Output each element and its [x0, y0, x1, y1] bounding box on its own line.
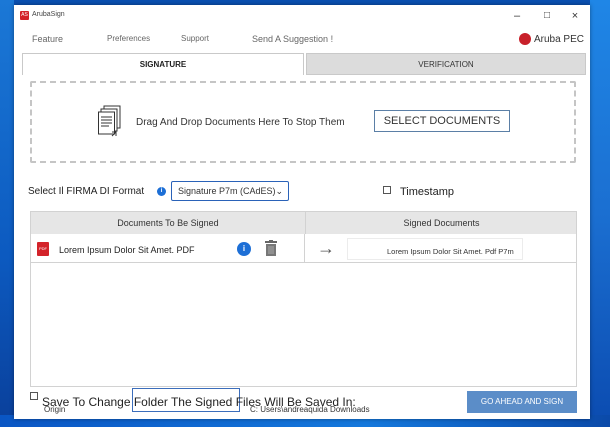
signed-document-name: Lorem Ipsum Dolor Sit Amet. Pdf P7m [387, 247, 514, 256]
timestamp-label: Timestamp [400, 186, 454, 198]
menu-item-feature[interactable]: Feature [32, 34, 63, 44]
timestamp-checkbox[interactable] [383, 186, 391, 194]
title-bar: AS ArubaSign – □ × [14, 5, 590, 27]
menu-bar: Feature Preferences Support Send A Sugge… [14, 27, 590, 51]
column-header-to-sign: Documents To Be Signed [117, 218, 219, 228]
drop-zone[interactable]: Drag And Drop Documents Here To Stop The… [30, 81, 576, 163]
tab-verification[interactable]: VERIFICATION [306, 53, 586, 75]
table-header: Documents To Be Signed Signed Documents [31, 212, 576, 234]
chevron-down-icon: ⌄ [275, 186, 283, 196]
app-window: AS ArubaSign – □ × Feature Preferences S… [14, 5, 590, 419]
desktop-background-right [590, 0, 610, 427]
go-ahead-and-sign-button[interactable]: GO AHEAD AND SIGN [467, 391, 577, 413]
window-title: ArubaSign [32, 11, 65, 18]
brand: Aruba PEC [518, 33, 584, 45]
column-divider [304, 234, 305, 262]
menu-item-preferences[interactable]: Preferences [107, 34, 150, 43]
documents-table: Documents To Be Signed Signed Documents … [30, 211, 577, 387]
document-info-icon[interactable]: i [237, 242, 251, 256]
menu-item-send-suggestion[interactable]: Send A Suggestion ! [252, 34, 333, 44]
trash-icon[interactable] [265, 240, 277, 256]
aruba-logo-icon [518, 33, 531, 45]
app-logo-icon: AS [20, 11, 29, 20]
documents-icon [98, 105, 121, 137]
select-documents-button[interactable]: SELECT DOCUMENTS [374, 110, 510, 132]
menu-item-support[interactable]: Support [181, 34, 209, 43]
signature-format-select[interactable]: Signature P7m (CAdES) ⌄ [171, 181, 289, 201]
save-path: C: Users\andreaquida Downloads [250, 405, 370, 414]
signature-format-value: Signature P7m (CAdES) [178, 186, 276, 196]
column-header-signed: Signed Documents [305, 212, 577, 234]
row-divider [31, 262, 576, 263]
tab-signature[interactable]: SIGNATURE [22, 53, 304, 75]
drop-instructions: Drag And Drop Documents Here To Stop The… [136, 117, 345, 128]
arrow-right-icon: → [317, 238, 335, 258]
pdf-icon: PDF [37, 242, 49, 256]
save-origin-checkbox[interactable] [30, 392, 38, 400]
document-name: Lorem Ipsum Dolor Sit Amet. PDF [59, 245, 195, 255]
close-button[interactable]: × [568, 9, 582, 23]
brand-name: Aruba PEC [533, 33, 584, 45]
minimize-button[interactable]: – [510, 9, 524, 23]
maximize-button[interactable]: □ [540, 9, 554, 23]
desktop-background-left [0, 0, 14, 427]
info-icon[interactable]: i [157, 187, 166, 196]
origin-label: Origin [44, 405, 66, 414]
format-label: Select Il FIRMA DI Format [28, 186, 145, 197]
